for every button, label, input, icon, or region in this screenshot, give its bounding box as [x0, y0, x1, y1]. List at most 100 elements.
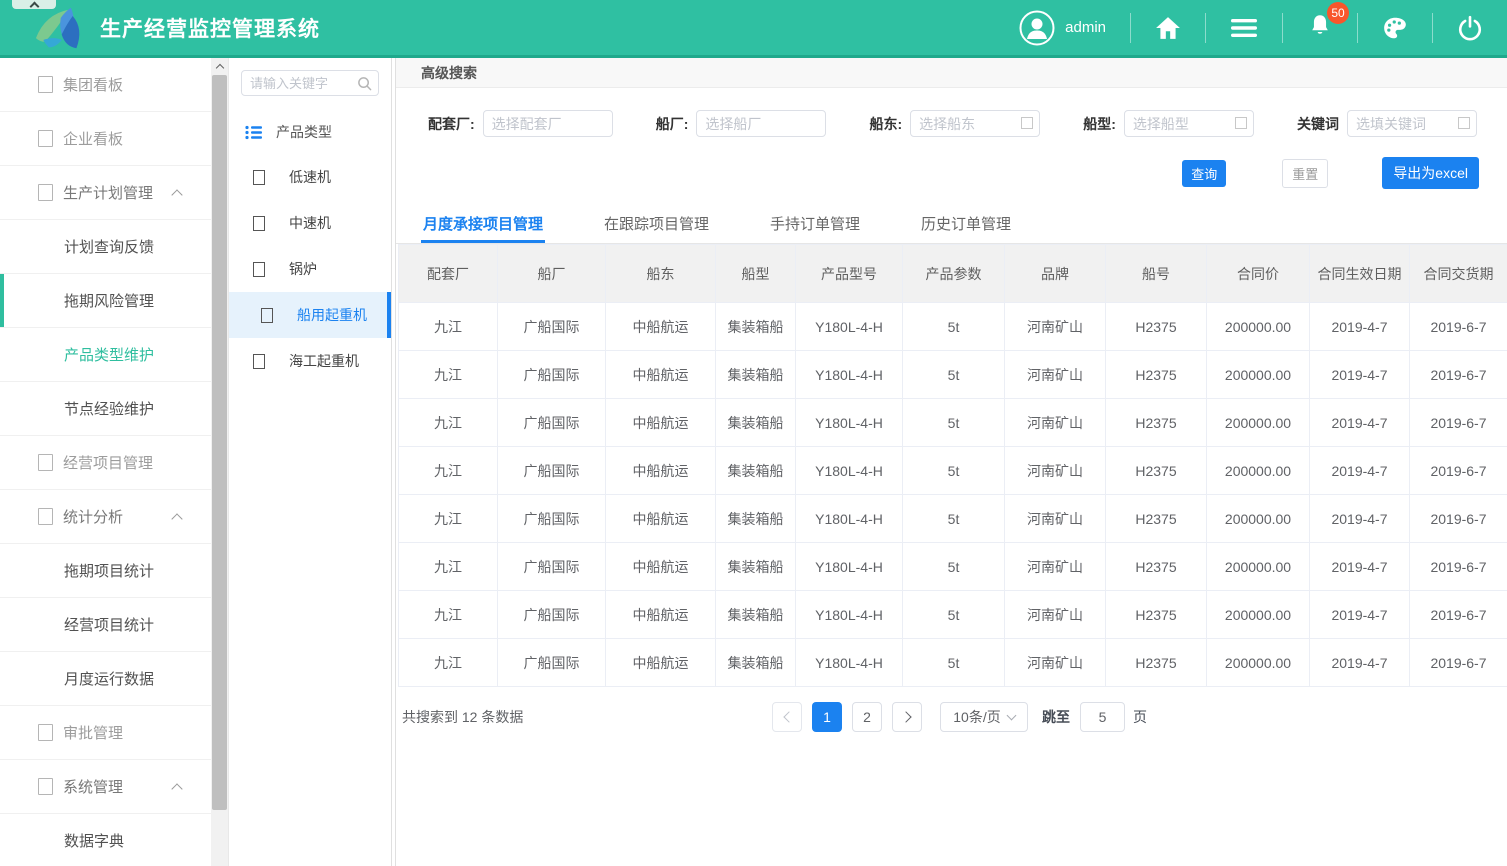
page-button[interactable]: 2 [852, 702, 882, 732]
tree-item-label: 锅炉 [289, 259, 317, 279]
sidebar-item-label: 数据字典 [64, 830, 124, 851]
tree-item[interactable]: 船用起重机 [229, 292, 391, 338]
table-cell: 2019-6-7 [1410, 303, 1507, 351]
tree-item[interactable]: 海工起重机 [229, 338, 391, 384]
tree-item[interactable]: 低速机 [229, 154, 391, 200]
page-size-select[interactable]: 10条/页 [940, 702, 1028, 732]
sidebar-item[interactable]: 经营项目管理 [0, 436, 211, 490]
table-cell: Y180L-4-H [796, 639, 903, 687]
table-row[interactable]: 九江广船国际中船航运集装箱船Y180L-4-H5t河南矿山H2375200000… [399, 543, 1507, 591]
prev-page-button[interactable] [772, 702, 802, 732]
sidebar-item[interactable]: 经营项目统计 [0, 598, 211, 652]
sidebar-item[interactable]: 计划查询反馈 [0, 220, 211, 274]
advanced-search-title: 高级搜索 [396, 58, 1507, 88]
user-menu[interactable]: admin [995, 13, 1130, 43]
notifications-button[interactable]: 50 [1282, 13, 1357, 43]
pagination-bar: 共搜索到 12 条数据 12 10条/页 跳至 页 [396, 687, 1507, 732]
sidebar-item[interactable]: 拖期风险管理 [0, 274, 211, 328]
scroll-top-tab[interactable] [12, 0, 56, 9]
table-cell: Y180L-4-H [796, 351, 903, 399]
sidebar-item[interactable]: 集团看板 [0, 58, 211, 112]
tree-root-node[interactable]: 产品类型 [229, 110, 391, 154]
filter-row: 配套厂:船厂:船东:船型:关键词 [396, 88, 1507, 137]
column-header: 船型 [716, 245, 796, 303]
sidebar-item[interactable]: 系统管理 [0, 760, 211, 814]
table-row[interactable]: 九江广船国际中船航运集装箱船Y180L-4-H5t河南矿山H2375200000… [399, 351, 1507, 399]
jump-page-input[interactable] [1080, 702, 1125, 732]
sidebar-scrollbar[interactable] [211, 58, 228, 866]
search-buttons-row: 查询 重置 导出为excel [396, 137, 1507, 205]
sidebar-item-label: 拖期风险管理 [64, 290, 154, 311]
table-cell: 河南矿山 [1005, 303, 1106, 351]
jump-to-label: 跳至 [1042, 707, 1070, 727]
filter-input-wrap [910, 110, 1040, 137]
page-title: 生产经营监控管理系统 [100, 13, 320, 43]
tree-item-icon [253, 170, 265, 185]
scrollbar-up-button[interactable] [211, 58, 228, 75]
sidebar-item[interactable]: 企业看板 [0, 112, 211, 166]
table-cell: 200000.00 [1207, 399, 1310, 447]
table-row[interactable]: 九江广船国际中船航运集装箱船Y180L-4-H5t河南矿山H2375200000… [399, 495, 1507, 543]
theme-button[interactable] [1357, 13, 1432, 43]
scrollbar-thumb[interactable] [212, 75, 227, 810]
sidebar-item[interactable]: 拖期项目统计 [0, 544, 211, 598]
avatar-icon [1019, 10, 1055, 46]
menu-toggle-button[interactable] [1205, 13, 1282, 43]
tree-root-label: 产品类型 [276, 122, 332, 142]
table-cell: 九江 [399, 591, 498, 639]
chevron-up-icon [215, 64, 223, 72]
table-row[interactable]: 九江广船国际中船航运集装箱船Y180L-4-H5t河南矿山H2375200000… [399, 591, 1507, 639]
sidebar-item-label: 统计分析 [63, 506, 123, 527]
select-glyph-icon [1458, 117, 1470, 129]
filter-select-input[interactable] [483, 110, 613, 137]
table-row[interactable]: 九江广船国际中船航运集装箱船Y180L-4-H5t河南矿山H2375200000… [399, 303, 1507, 351]
table-cell: 九江 [399, 639, 498, 687]
sidebar-item[interactable]: 月度运行数据 [0, 652, 211, 706]
filter-input-wrap [483, 110, 613, 137]
table-cell: 5t [903, 447, 1005, 495]
home-button[interactable] [1130, 13, 1205, 43]
filter-field: 船型: [1083, 110, 1254, 137]
table-row[interactable]: 九江广船国际中船航运集装箱船Y180L-4-H5t河南矿山H2375200000… [399, 639, 1507, 687]
logout-button[interactable] [1432, 13, 1507, 43]
tab-active[interactable]: 月度承接项目管理 [421, 205, 545, 243]
column-header: 船东 [606, 245, 716, 303]
table-cell: 广船国际 [498, 543, 606, 591]
next-page-button[interactable] [892, 702, 922, 732]
table-cell: H2375 [1106, 495, 1207, 543]
export-excel-button[interactable]: 导出为excel [1382, 157, 1479, 189]
table-cell: 2019-4-7 [1310, 591, 1410, 639]
tree-item[interactable]: 锅炉 [229, 246, 391, 292]
table-cell: Y180L-4-H [796, 591, 903, 639]
table-cell: 2019-6-7 [1410, 399, 1507, 447]
filter-select-input[interactable] [696, 110, 826, 137]
table-row[interactable]: 九江广船国际中船航运集装箱船Y180L-4-H5t河南矿山H2375200000… [399, 399, 1507, 447]
search-icon [357, 76, 372, 91]
menu-item-icon [38, 76, 53, 93]
sidebar-item[interactable]: 审批管理 [0, 706, 211, 760]
sidebar-item[interactable]: 节点经验维护 [0, 382, 211, 436]
chevron-right-icon [900, 711, 911, 722]
table-row[interactable]: 九江广船国际中船航运集装箱船Y180L-4-H5t河南矿山H2375200000… [399, 447, 1507, 495]
reset-button[interactable]: 重置 [1282, 159, 1328, 188]
filter-field: 关键词 [1297, 110, 1477, 137]
tree-item-icon [253, 216, 265, 231]
sidebar-item[interactable]: 数据字典 [0, 814, 211, 866]
table-cell: 九江 [399, 303, 498, 351]
sidebar-item[interactable]: 生产计划管理 [0, 166, 211, 220]
tab-item[interactable]: 手持订单管理 [768, 205, 862, 243]
filter-label: 船东: [870, 114, 903, 134]
sidebar-item-label: 经营项目统计 [64, 614, 154, 635]
page-button[interactable]: 1 [812, 702, 842, 732]
sidebar-item[interactable]: 统计分析 [0, 490, 211, 544]
table-cell: 中船航运 [606, 495, 716, 543]
query-button[interactable]: 查询 [1182, 160, 1226, 187]
table-cell: 广船国际 [498, 399, 606, 447]
table-cell: 5t [903, 351, 1005, 399]
table-cell: 2019-4-7 [1310, 639, 1410, 687]
tree-item[interactable]: 中速机 [229, 200, 391, 246]
sidebar-item[interactable]: 产品类型维护 [0, 328, 211, 382]
header-actions: admin 50 [995, 0, 1507, 55]
tab-item[interactable]: 在跟踪项目管理 [602, 205, 711, 243]
tab-item[interactable]: 历史订单管理 [919, 205, 1013, 243]
